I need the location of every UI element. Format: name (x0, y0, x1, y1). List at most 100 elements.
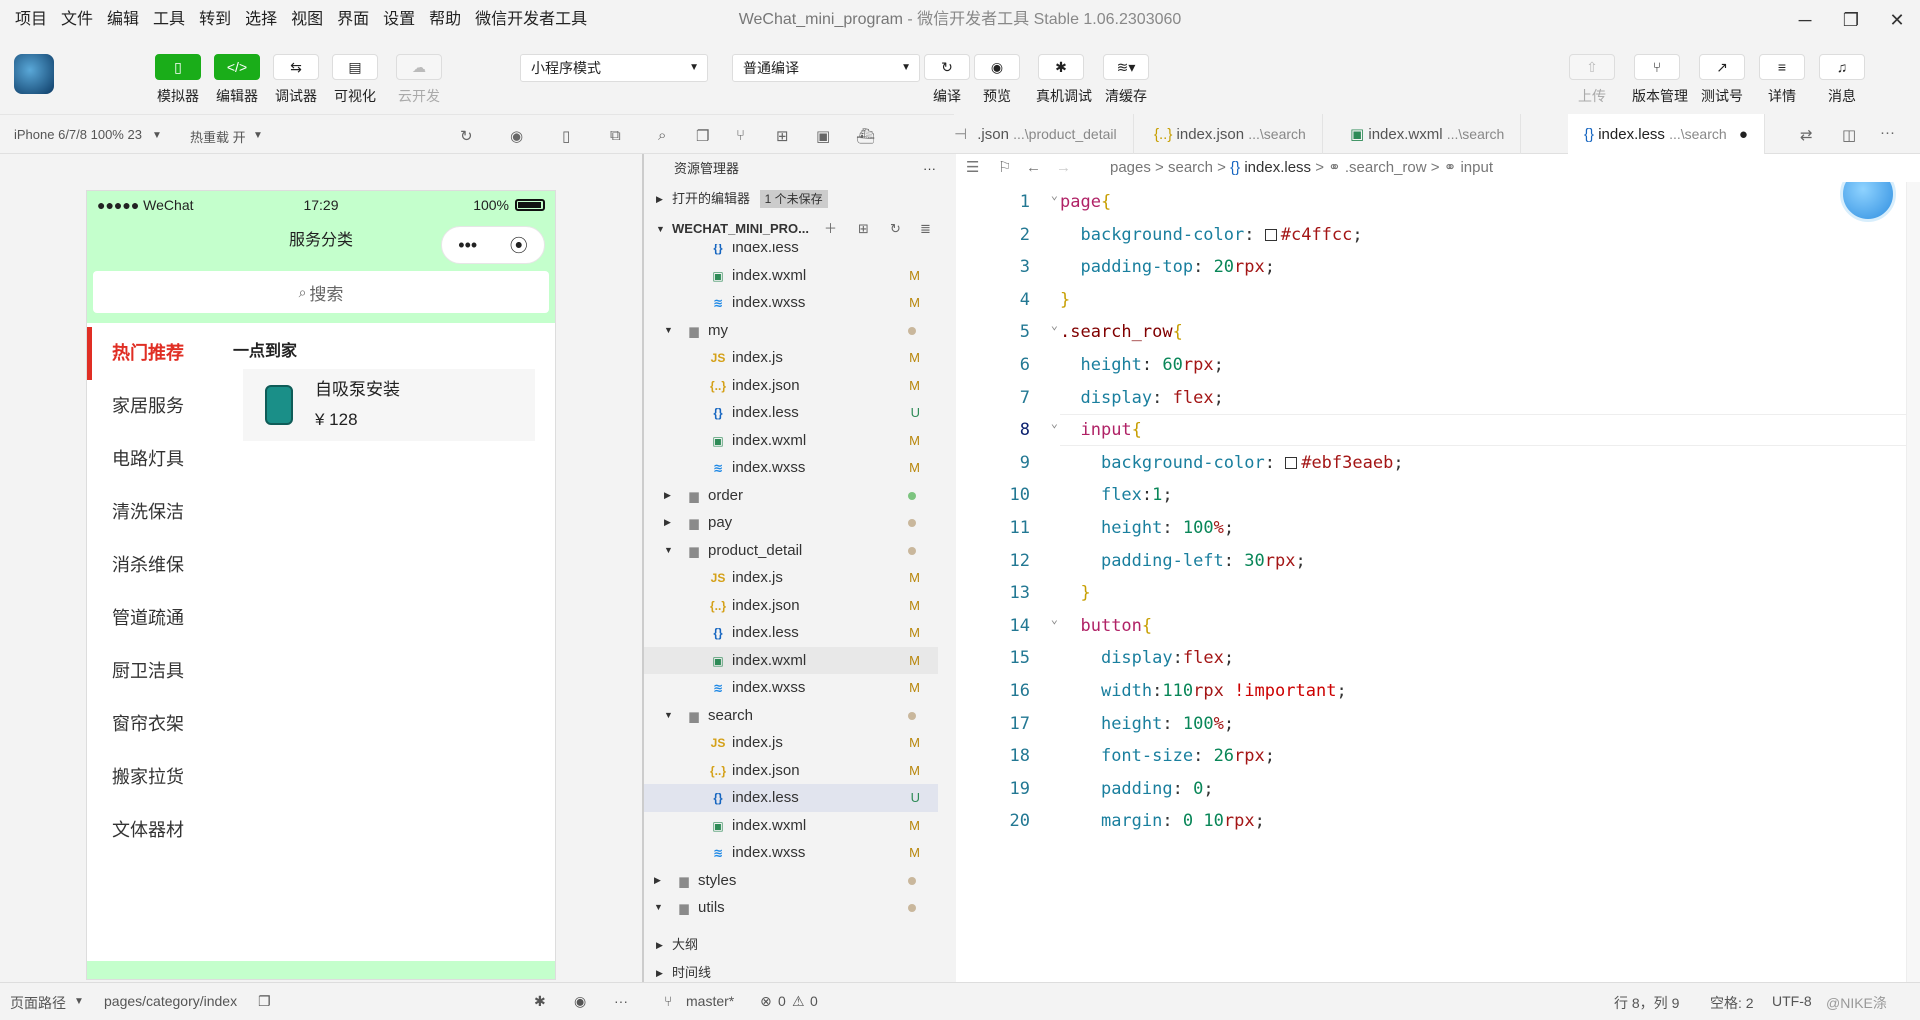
category-item[interactable]: 搬家拉货 (87, 751, 209, 804)
scrollbar[interactable] (1906, 182, 1920, 982)
encoding[interactable]: UTF-8 (1772, 993, 1812, 1009)
language-mode[interactable]: @NIKE涤 (1826, 993, 1887, 1013)
storage-icon[interactable]: ▣ (816, 127, 830, 145)
color-swatch[interactable] (1264, 228, 1277, 241)
category-item[interactable]: 管道疏通 (87, 592, 209, 645)
file-item[interactable]: ≋ index.wxss M (644, 839, 938, 867)
category-item[interactable]: 清洗保洁 (87, 486, 209, 539)
folder-item[interactable]: ▶ ▆ styles (644, 867, 938, 895)
refresh-icon[interactable]: ↻ (460, 127, 473, 145)
bug-icon[interactable]: ✱ (534, 993, 546, 1010)
folder-item[interactable]: ▼ ▆ my (644, 317, 938, 345)
split-editor-icon[interactable]: ◫ (1842, 126, 1856, 144)
close-icon[interactable]: ✕ (1874, 0, 1920, 40)
cloud-button[interactable]: ☁ 云开发 (394, 54, 444, 106)
tab-search-json[interactable]: {..} index.json ...\search (1138, 114, 1323, 154)
page-path-label[interactable]: 页面路径 (10, 993, 66, 1013)
docker-icon[interactable]: ⛴ (856, 127, 875, 145)
extensions-icon[interactable]: ⊞ (776, 127, 789, 145)
list-icon[interactable]: ☰ (966, 154, 979, 182)
collapse-icon[interactable]: ≣ (920, 214, 931, 244)
cursor-position[interactable]: 行 8，列 9 (1614, 993, 1679, 1013)
file-item[interactable]: {..} index.json M (644, 592, 938, 620)
tab-product-detail-json[interactable]: ⊣ .json ...\product_detail (954, 114, 1134, 154)
category-item[interactable]: 窗帘衣架 (87, 698, 209, 751)
file-item[interactable]: JS index.js M (644, 564, 938, 592)
forward-icon[interactable]: → (1056, 154, 1071, 182)
file-item[interactable]: ≋ index.wxss M (644, 454, 938, 482)
breadcrumb-item[interactable]: pages > search > {} index.less > ⚭ .sear… (1110, 154, 1493, 182)
visual-button[interactable]: ▤ 可视化 (330, 54, 380, 106)
version-button[interactable]: ⑂ 版本管理 (1632, 54, 1688, 106)
record-icon[interactable]: ⦿ (510, 232, 528, 258)
menu-file[interactable]: 文件 (54, 0, 100, 40)
editor-button[interactable]: </> 编辑器 (212, 54, 262, 106)
folder-item[interactable]: ▼ ▆ product_detail (644, 537, 938, 565)
branch-icon[interactable]: ⑂ (736, 127, 745, 144)
search-icon[interactable]: ⌕ (658, 127, 666, 144)
folder-item[interactable]: ▶ ▆ pay (644, 509, 938, 537)
menu-goto[interactable]: 转到 (192, 0, 238, 40)
search-input[interactable]: ⌕ 搜索 (93, 271, 549, 313)
tab-search-wxml[interactable]: ▣ index.wxml ...\search (1334, 114, 1522, 154)
file-item[interactable]: {} index.less U (644, 784, 938, 812)
file-item[interactable]: ▣ index.wxml M (644, 427, 938, 455)
outline-row[interactable]: ▶ 大纲 (644, 930, 954, 960)
compile-button[interactable]: ↻ 编译 (922, 54, 972, 106)
file-item[interactable]: JS index.js M (644, 344, 938, 372)
copy-icon[interactable]: ❐ (258, 993, 271, 1010)
color-swatch[interactable] (1285, 456, 1298, 469)
fold-icon[interactable]: ⌄ (1044, 416, 1058, 430)
tab-search-less[interactable]: {} index.less ...\search ● (1568, 114, 1765, 154)
clear-cache-button[interactable]: ≋▾ 清缓存 (1101, 54, 1151, 106)
menu-select[interactable]: 选择 (238, 0, 284, 40)
file-item[interactable]: ▣ index.wxml M (644, 646, 938, 674)
messages-button[interactable]: ♫ 消息 (1817, 54, 1867, 106)
back-icon[interactable]: ← (1026, 154, 1041, 182)
unsaved-dot-icon[interactable]: ● (1739, 126, 1748, 143)
category-item[interactable]: 家居服务 (87, 380, 209, 433)
test-account-button[interactable]: ↗ 测试号 (1697, 54, 1747, 106)
files-icon[interactable]: ❐ (696, 127, 709, 145)
menu-interface[interactable]: 界面 (330, 0, 376, 40)
menu-edit[interactable]: 编辑 (100, 0, 146, 40)
folder-item[interactable]: ▼ ▆ utils (644, 894, 938, 922)
file-item[interactable]: {} index.less M (644, 619, 938, 647)
file-item[interactable]: {..} index.json M (644, 372, 938, 400)
category-item[interactable]: 厨卫洁具 (87, 645, 209, 698)
category-item[interactable]: 热门推荐 (87, 327, 209, 380)
new-folder-icon[interactable]: ⊞ (858, 214, 869, 244)
real-debug-button[interactable]: ✱ 真机调试 (1036, 54, 1092, 106)
folder-item[interactable]: ▼ ▆ search (644, 702, 938, 730)
assistant-ball[interactable] (1840, 182, 1896, 222)
folder-item[interactable]: ▶ ▆ order (644, 482, 938, 510)
goods-item[interactable]: 自吸泵安装 ¥ 128 (243, 369, 535, 441)
device-select[interactable]: iPhone 6/7/8 100% 23 (14, 127, 142, 142)
project-row[interactable]: ▼ WECHAT_MINI_PRO... ＋ ⊞ ↻ ≣ (644, 214, 954, 244)
compare-icon[interactable]: ⇄ (1800, 126, 1813, 144)
indent-spaces[interactable]: 空格: 2 (1710, 993, 1754, 1013)
window-icon[interactable]: ⧉ (610, 127, 621, 144)
file-item[interactable]: {} index.less U (644, 399, 938, 427)
file-item[interactable]: ▣ index.wxml M (644, 262, 938, 290)
category-item[interactable]: 电路灯具 (87, 433, 209, 486)
fold-icon[interactable]: ⌄ (1044, 318, 1058, 332)
error-count[interactable]: 0 (778, 993, 786, 1009)
file-item[interactable]: ≋ index.wxss M (644, 674, 938, 702)
fold-icon[interactable]: ⌄ (1044, 188, 1058, 202)
minimize-icon[interactable]: ─ (1782, 0, 1828, 40)
file-item[interactable]: JS index.js M (644, 729, 938, 757)
file-item[interactable]: {..} index.json M (644, 757, 938, 785)
menu-help[interactable]: 帮助 (422, 0, 468, 40)
new-file-icon[interactable]: ＋ (824, 214, 837, 244)
warning-count[interactable]: 0 (810, 993, 818, 1009)
debugger-button[interactable]: ⇆ 调试器 (271, 54, 321, 106)
file-item[interactable]: ≋ index.wxss M (644, 289, 938, 317)
phone-tab-bar[interactable] (87, 961, 555, 979)
maximize-icon[interactable]: ❐ (1828, 0, 1874, 40)
compile-select[interactable]: 普通编译 ▼ (732, 54, 920, 82)
open-editors-row[interactable]: ▶ 打开的编辑器 1 个未保存 (644, 184, 954, 214)
simulator-button[interactable]: ▯ 模拟器 (153, 54, 203, 106)
git-branch[interactable]: master* (686, 993, 734, 1009)
more-icon[interactable]: ••• (458, 235, 477, 256)
